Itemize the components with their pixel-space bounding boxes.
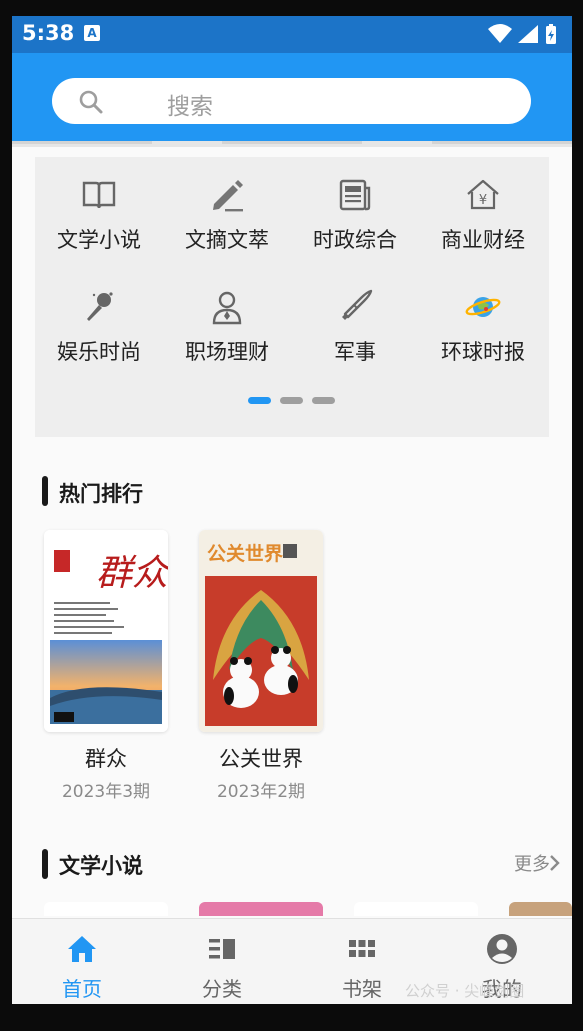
book-cover-peek <box>354 902 478 916</box>
svg-text:群众: 群众 <box>96 553 168 594</box>
status-time: 5:38 <box>22 21 75 45</box>
search-input[interactable]: 搜索 <box>52 78 531 124</box>
watermark: 公众号 · 尖峰剑圈 <box>405 982 525 1000</box>
magazine-cover: 公关世界 <box>199 530 323 732</box>
category-label: 文摘文萃 <box>185 228 269 252</box>
book-cover-peek <box>199 902 323 916</box>
category-item[interactable]: 时政综合 <box>291 177 419 277</box>
section-title-literature: 文学小说 <box>59 854 143 878</box>
svg-text:公关世界: 公关世界 <box>207 542 283 565</box>
magazine-issue: 2023年2期 <box>216 782 306 802</box>
nav-category[interactable]: 分类 <box>152 919 292 1004</box>
bookshelf-grid-icon <box>349 940 375 957</box>
yuan-house-icon: ¥ <box>467 179 499 210</box>
chevron-right-icon[interactable] <box>548 854 560 872</box>
app-notification-icon: A <box>84 25 100 41</box>
status-icons <box>488 24 556 44</box>
category-item[interactable]: 文学小说 <box>35 177 163 277</box>
phone-screen: 5:38 A 搜索 文学小说 文摘文萃 时政综合 ¥ 商业财经 娱乐时尚 职场理… <box>12 16 572 1004</box>
home-icon <box>68 936 96 962</box>
svg-text:¥: ¥ <box>479 193 487 208</box>
category-item[interactable]: 环球时报 <box>419 289 547 389</box>
nav-label: 分类 <box>202 977 242 1001</box>
category-label: 时政综合 <box>313 228 397 252</box>
magazine-name: 公关世界 <box>219 747 303 771</box>
book-cover-peek <box>509 902 572 916</box>
person-tie-icon <box>212 291 242 325</box>
section-marker <box>42 476 48 506</box>
signal-icon <box>518 25 538 43</box>
section-title-hot: 热门排行 <box>59 482 143 506</box>
planet-icon <box>465 297 501 317</box>
microphone-icon <box>87 292 113 321</box>
category-label: 军事 <box>334 340 376 364</box>
page-dot[interactable] <box>248 397 271 404</box>
category-item[interactable]: ¥ 商业财经 <box>419 177 547 277</box>
category-label: 娱乐时尚 <box>57 340 141 364</box>
pencil-icon <box>213 180 243 212</box>
category-label: 职场理财 <box>185 340 269 364</box>
book-open-icon <box>82 181 116 209</box>
category-item[interactable]: 娱乐时尚 <box>35 289 163 389</box>
category-item[interactable]: 文摘文萃 <box>163 177 291 277</box>
page-dot[interactable] <box>312 397 335 404</box>
section-marker <box>42 849 48 879</box>
category-label: 环球时报 <box>441 340 525 364</box>
wifi-icon <box>488 24 512 43</box>
cover-qunzhong: 群众 <box>44 530 168 732</box>
category-icon <box>209 939 235 959</box>
magazine-issue: 2023年3期 <box>61 782 151 802</box>
search-icon <box>79 90 103 114</box>
search-placeholder: 搜索 <box>167 94 213 120</box>
category-grid: 文学小说 文摘文萃 时政综合 ¥ 商业财经 娱乐时尚 职场理财 军事 环球时报 <box>35 157 549 437</box>
nav-label: 首页 <box>62 977 102 1001</box>
app-bar: 搜索 <box>12 53 572 141</box>
nav-home[interactable]: 首页 <box>12 919 152 1004</box>
status-bar: 5:38 A <box>12 16 572 53</box>
bullet-icon <box>342 289 373 320</box>
account-circle-icon <box>487 934 517 964</box>
magazine-cover: 群众 <box>44 530 168 732</box>
page-dot[interactable] <box>280 397 303 404</box>
book-cover-peek <box>44 902 168 916</box>
more-link[interactable]: 更多 <box>514 850 550 876</box>
newspaper-icon <box>339 179 371 211</box>
magazine-name: 群众 <box>85 747 127 771</box>
category-label: 商业财经 <box>441 228 525 252</box>
cover-gongguan: 公关世界 <box>199 530 323 732</box>
category-label: 文学小说 <box>57 228 141 252</box>
category-item[interactable]: 职场理财 <box>163 289 291 389</box>
category-item[interactable]: 军事 <box>291 289 419 389</box>
banner-edge <box>12 141 572 147</box>
